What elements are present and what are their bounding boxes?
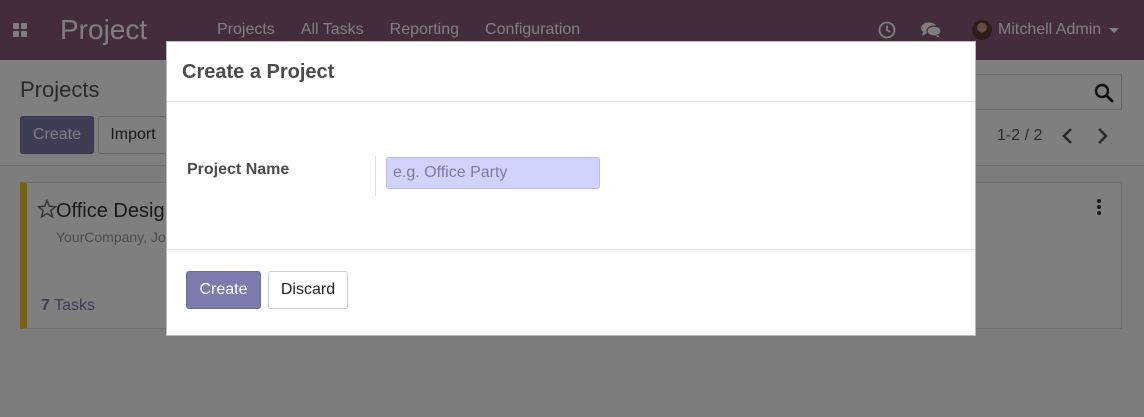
dialog-discard-button[interactable]: Discard [268, 271, 348, 309]
field-divider [375, 156, 376, 196]
dialog-create-button[interactable]: Create [186, 271, 261, 309]
dialog-title: Create a Project [182, 61, 335, 83]
dialog-footer: Create Discard [167, 249, 975, 335]
dialog-header: Create a Project [167, 42, 975, 102]
project-name-label: Project Name [187, 161, 290, 178]
project-name-field[interactable] [386, 157, 600, 189]
create-project-dialog: Create a Project Project Name Create Dis… [166, 41, 976, 336]
